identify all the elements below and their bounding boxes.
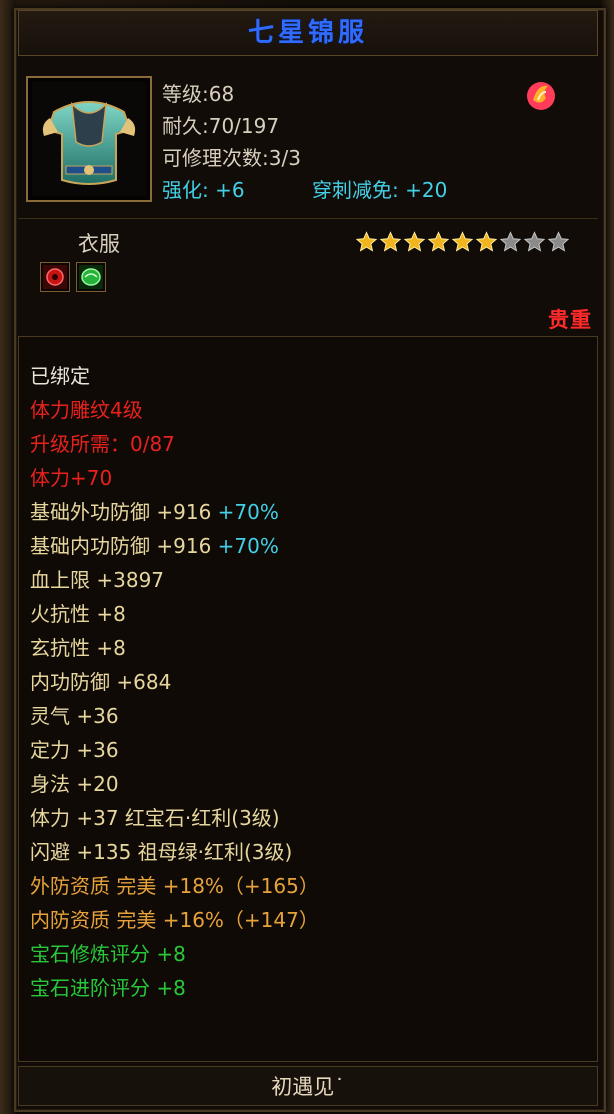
item-durability: 耐久:70/197: [162, 114, 280, 138]
attr-base-inner-defense: 基础内功防御 +916 +70%: [30, 529, 319, 563]
armor-icon: [32, 82, 146, 196]
attr-max-hp: 血上限 +3897: [30, 568, 165, 592]
title-bar: 七星锦服: [18, 10, 598, 56]
attr-fire-resist: 火抗性 +8: [30, 602, 126, 626]
gem-slot-2[interactable]: [76, 262, 106, 292]
attr-bound: 已绑定: [30, 364, 90, 388]
item-pierce-reduction: 穿刺减免: +20: [312, 178, 448, 202]
star-empty-icon: [547, 231, 570, 252]
attr-carving-bonus: 体力+70: [30, 466, 113, 490]
attr-agility: 身法 +20: [30, 772, 119, 796]
item-level: 等级:68: [162, 82, 235, 106]
attr-base-inner-defense-text: 基础内功防御 +916: [30, 534, 212, 558]
red-gem-icon: [43, 265, 67, 289]
footer-label: 初遇见˙: [271, 1075, 345, 1099]
attr-inner-quality: 内防资质 完美 +16%（+147）: [30, 908, 319, 932]
star-empty-icon: [523, 231, 546, 252]
star-filled-icon: [403, 231, 426, 252]
item-repair-count: 可修理次数:3/3: [162, 146, 301, 170]
item-enhance: 强化: +6: [162, 178, 245, 202]
attr-carving: 体力雕纹4级: [30, 398, 143, 422]
attr-mystic-resist: 玄抗性 +8: [30, 636, 126, 660]
attr-gem-refine-score: 宝石修炼评分 +8: [30, 942, 186, 966]
item-icon-frame[interactable]: [26, 76, 152, 202]
flame-badge-icon: [527, 82, 555, 110]
star-filled-icon: [475, 231, 498, 252]
star-rating: [355, 230, 570, 254]
rarity-label: 贵重: [548, 308, 592, 332]
attr-gem-ruby: 体力 +37 红宝石·红利(3级): [30, 806, 280, 830]
attr-gem-emerald: 闪避 +135 祖母绿·红利(3级): [30, 840, 293, 864]
attr-base-outer-defense: 基础外功防御 +916 +70%: [30, 495, 319, 529]
footer-bar: 初遇见˙: [18, 1066, 598, 1106]
star-filled-icon: [379, 231, 402, 252]
star-empty-icon: [499, 231, 522, 252]
item-category: 衣服: [78, 232, 120, 256]
star-filled-icon: [451, 231, 474, 252]
attr-base-outer-defense-text: 基础外功防御 +916: [30, 500, 212, 524]
divider: [18, 218, 598, 219]
attr-base-outer-defense-pct: +70%: [217, 500, 279, 524]
item-name: 七星锦服: [247, 18, 368, 48]
attr-focus: 定力 +36: [30, 738, 119, 762]
attr-outer-quality: 外防资质 完美 +18%（+165）: [30, 874, 319, 898]
star-filled-icon: [427, 231, 450, 252]
green-gem-icon: [79, 265, 103, 289]
attr-spirit: 灵气 +36: [30, 704, 119, 728]
attr-gem-advance-score: 宝石进阶评分 +8: [30, 976, 186, 1000]
gem-slot-1[interactable]: [40, 262, 70, 292]
attr-upgrade-requirement: 升级所需：0/87: [30, 432, 175, 456]
attr-inner-defense: 内功防御 +684: [30, 670, 172, 694]
attribute-list: 已绑定 体力雕纹4级 升级所需：0/87 体力+70 基础外功防御 +916 +…: [30, 359, 319, 1005]
star-filled-icon: [355, 231, 378, 252]
attr-base-inner-defense-pct: +70%: [217, 534, 279, 558]
